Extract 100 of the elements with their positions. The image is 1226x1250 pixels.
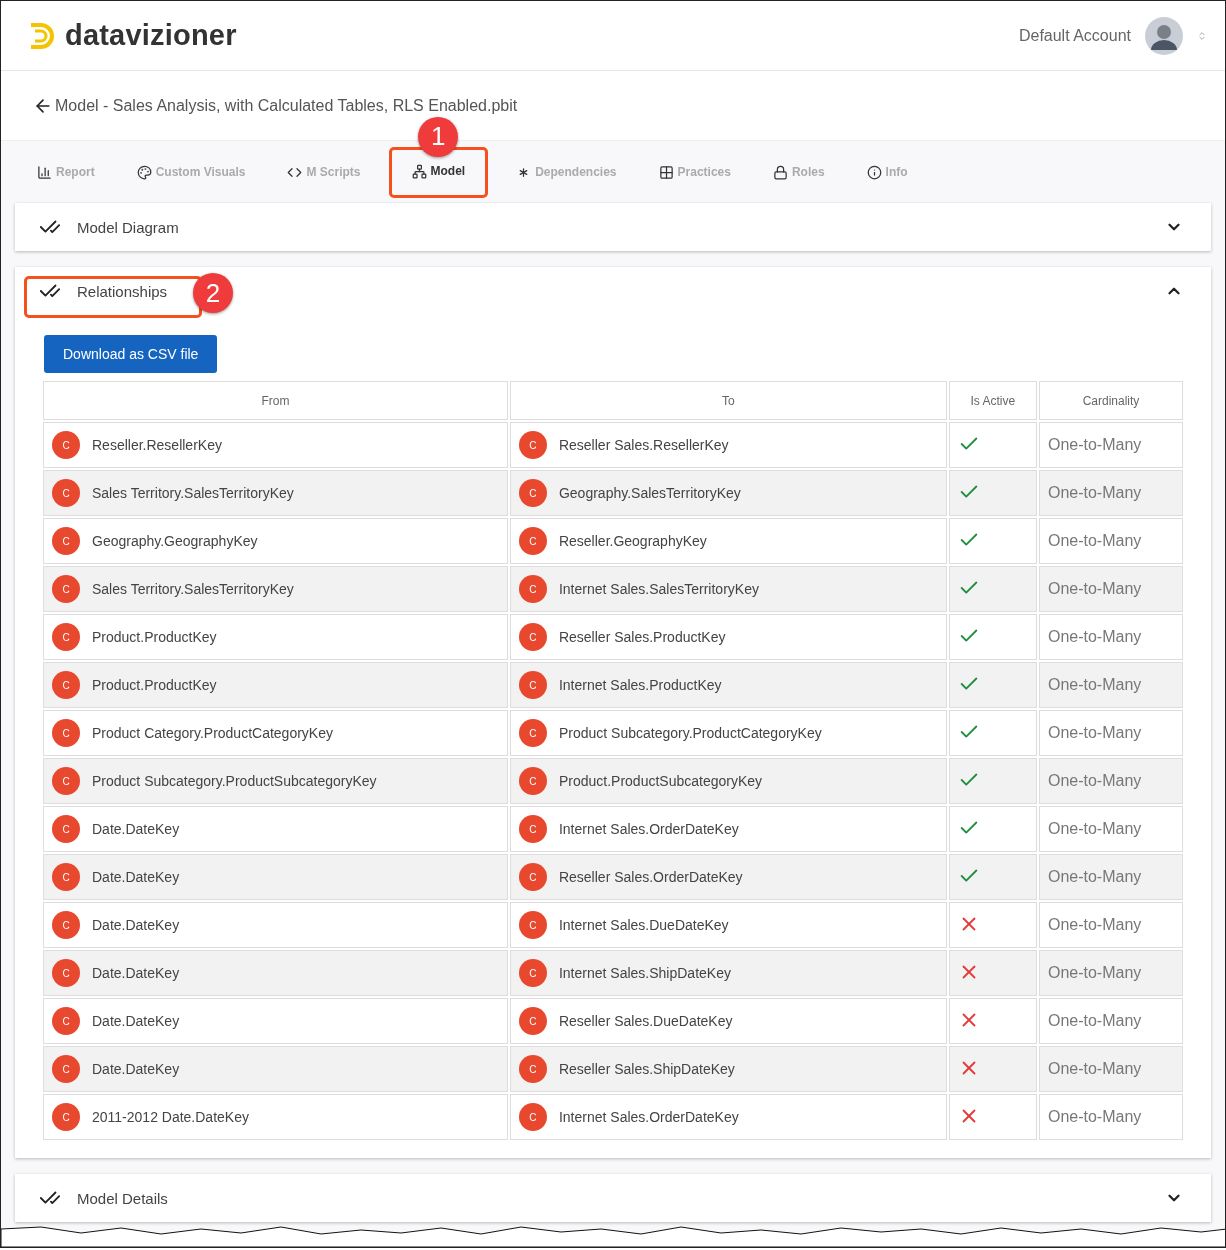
column-badge: C — [52, 431, 80, 459]
panel-header[interactable]: Relationships 2 — [15, 267, 1211, 315]
tab[interactable]: Report — [23, 153, 109, 191]
column-name: Internet Sales.SalesTerritoryKey — [558, 581, 759, 597]
column-header: From — [43, 381, 508, 420]
column-name: Date.DateKey — [92, 917, 180, 933]
column-badge: C — [52, 623, 80, 651]
tab[interactable]: Practices — [644, 153, 745, 191]
column-badge: C — [518, 671, 547, 699]
column-name: Geography.GeographyKey — [92, 533, 258, 549]
panel-header[interactable]: Model Details — [15, 1174, 1211, 1222]
column-name: Date.DateKey — [92, 1061, 180, 1077]
column-name: Reseller Sales.OrderDateKey — [558, 869, 743, 885]
column-badge: C — [518, 911, 547, 939]
breadcrumb-title: Model - Sales Analysis, with Calculated Tables, RLS Enabled.pbit — [55, 96, 518, 115]
column-name: Product.ProductKey — [92, 629, 217, 645]
column-name: Product Subcategory.ProductSubcategoryKey — [92, 773, 377, 789]
column-header: Is Active — [948, 381, 1037, 420]
diagram-icon — [411, 163, 427, 179]
column-badge: C — [52, 719, 80, 747]
palette-icon — [136, 164, 152, 180]
column-badge: C — [518, 479, 547, 507]
download-button[interactable]: Download as CSV file — [44, 335, 218, 373]
column-badge: C — [52, 767, 80, 795]
column-name: Product Subcategory.ProductCategoryKey — [558, 725, 822, 741]
column-badge: C — [518, 1055, 547, 1083]
column-name: 2011-2012 Date.DateKey — [92, 1109, 249, 1125]
column-badge: C — [52, 575, 80, 603]
tab[interactable]: M Scripts — [273, 153, 375, 191]
column-name: Product.ProductSubcategoryKey — [558, 773, 763, 789]
column-badge: C — [518, 1007, 547, 1035]
column-badge: C — [518, 1103, 547, 1131]
tab[interactable]: Custom Visuals — [122, 153, 260, 191]
column-badge: C — [518, 959, 547, 987]
column-name: Internet Sales.ProductKey — [558, 677, 722, 693]
column-name: Product Category.ProductCategoryKey — [92, 725, 333, 741]
cardinality: One-to-Many — [1047, 724, 1142, 741]
brand-name: datavizioner — [65, 19, 237, 52]
panel-title: Relationships — [77, 282, 168, 300]
cardinality: One-to-Many — [1047, 628, 1142, 645]
column-badge: C — [52, 1007, 80, 1035]
tab[interactable]: Roles — [758, 153, 839, 191]
cardinality: One-to-Many — [1047, 820, 1142, 837]
column-name: Date.DateKey — [92, 965, 180, 981]
column-name: Product.ProductKey — [92, 677, 217, 693]
column-name: Sales Territory.SalesTerritoryKey — [92, 581, 294, 597]
cardinality: One-to-Many — [1047, 964, 1142, 981]
column-name: Reseller Sales.ResellerKey — [558, 437, 729, 453]
tab[interactable]: Info — [852, 153, 922, 191]
column-badge: C — [518, 767, 547, 795]
column-badge: C — [518, 719, 547, 747]
column-name: Date.DateKey — [92, 1013, 180, 1029]
tab[interactable]: Dependencies — [502, 153, 631, 191]
column-name: Reseller.ResellerKey — [92, 437, 222, 453]
column-badge: C — [52, 863, 80, 891]
column-name: Reseller Sales.DueDateKey — [558, 1013, 733, 1029]
column-name: Internet Sales.DueDateKey — [558, 917, 729, 933]
panel-header[interactable]: Model Diagram — [15, 203, 1211, 251]
column-badge: C — [518, 863, 547, 891]
column-badge: C — [52, 1055, 80, 1083]
account-name[interactable]: Default Account — [1018, 26, 1131, 45]
callout-number: 2 — [193, 273, 233, 313]
column-badge: C — [52, 479, 80, 507]
cardinality: One-to-Many — [1047, 676, 1142, 693]
cardinality: One-to-Many — [1047, 1012, 1142, 1029]
column-name: Internet Sales.OrderDateKey — [558, 1109, 739, 1125]
bar-chart-icon — [37, 164, 52, 180]
column-badge: C — [518, 527, 547, 555]
info-icon — [866, 164, 882, 180]
column-badge: C — [518, 623, 547, 651]
column-header: Cardinality — [1038, 381, 1183, 420]
cardinality: One-to-Many — [1047, 1060, 1142, 1077]
column-badge: C — [52, 671, 80, 699]
cardinality: One-to-Many — [1047, 484, 1142, 501]
column-name: Sales Territory.SalesTerritoryKey — [92, 485, 294, 501]
panel-title: Model Details — [77, 1189, 168, 1207]
column-badge: C — [52, 527, 80, 555]
column-name: Reseller Sales.ShipDateKey — [558, 1061, 735, 1077]
grid-icon — [658, 164, 674, 180]
column-badge: C — [518, 575, 547, 603]
panel-title: Model Diagram — [77, 218, 179, 236]
column-name: Date.DateKey — [92, 869, 180, 885]
column-name: Reseller.GeographyKey — [558, 533, 707, 549]
cardinality: One-to-Many — [1047, 436, 1142, 453]
column-header: To — [509, 381, 947, 420]
column-name: Reseller Sales.ProductKey — [558, 629, 726, 645]
column-badge: C — [52, 1103, 80, 1131]
column-badge: C — [518, 431, 547, 459]
column-name: Geography.SalesTerritoryKey — [558, 485, 741, 501]
column-badge: C — [52, 959, 80, 987]
column-name: Internet Sales.OrderDateKey — [558, 821, 739, 837]
cardinality: One-to-Many — [1047, 772, 1142, 789]
column-badge: C — [52, 815, 80, 843]
cardinality: One-to-Many — [1047, 916, 1142, 933]
cardinality: One-to-Many — [1047, 580, 1142, 597]
avatar[interactable] — [1145, 16, 1183, 55]
cardinality: One-to-Many — [1047, 868, 1142, 885]
lock-icon — [772, 164, 788, 180]
cardinality: One-to-Many — [1047, 532, 1142, 549]
column-badge: C — [518, 815, 547, 843]
